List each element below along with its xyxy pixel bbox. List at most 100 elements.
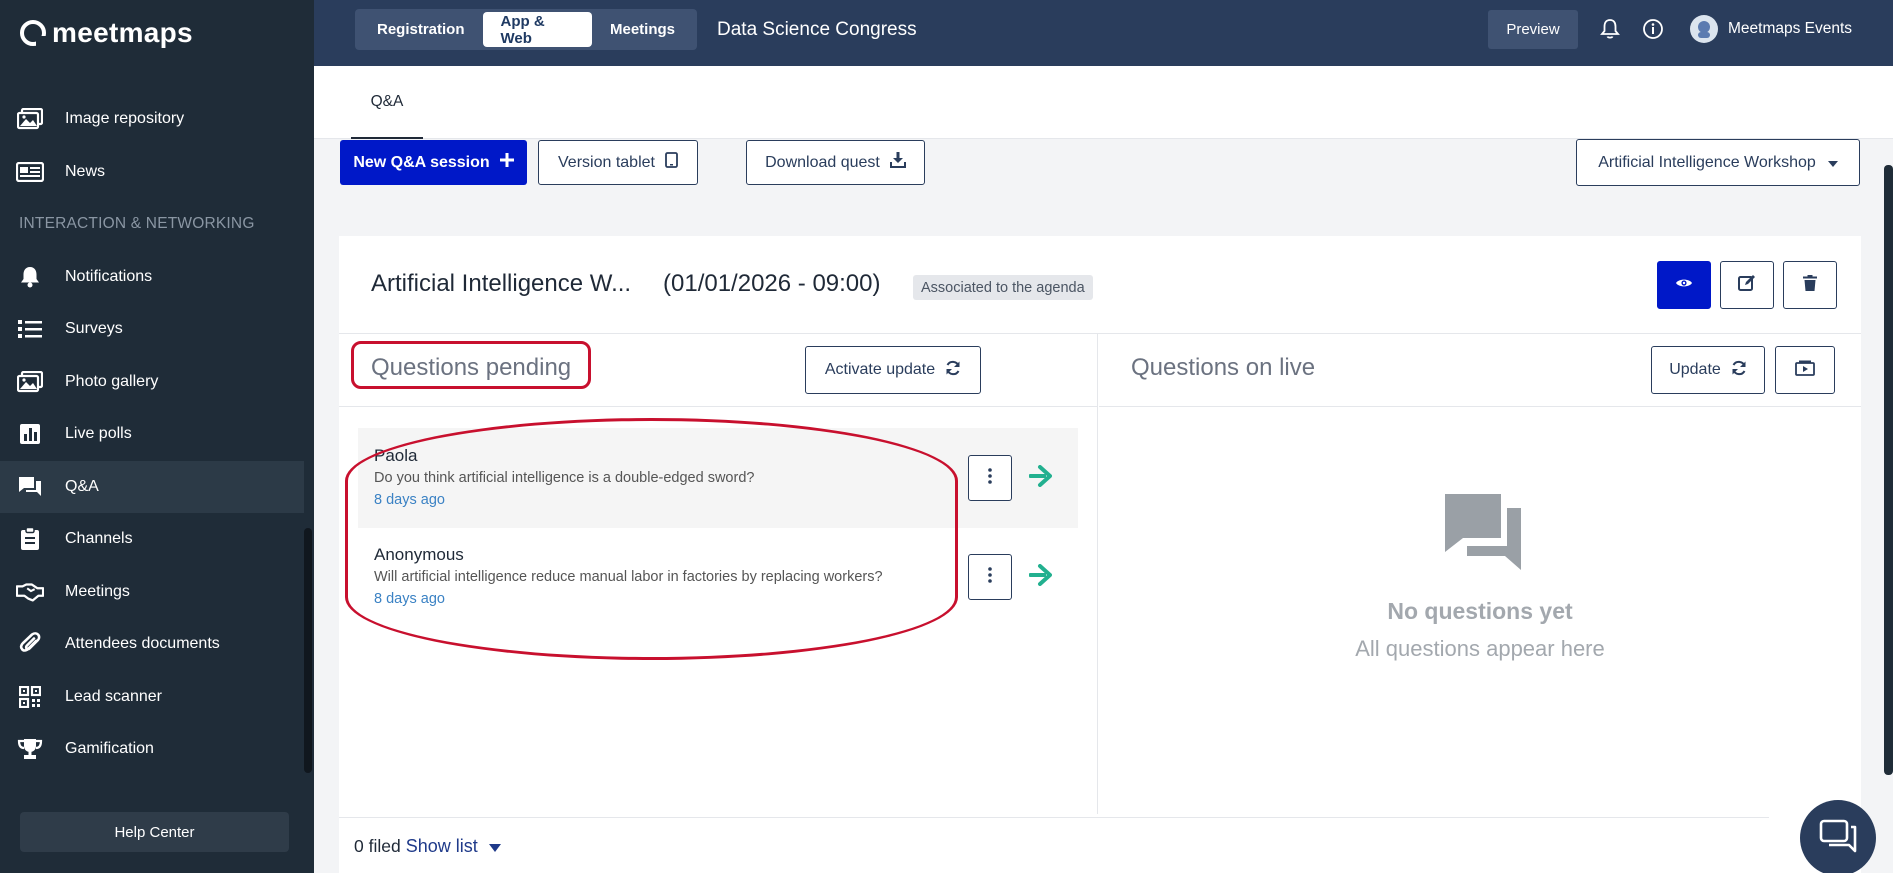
tab-registration[interactable]: Registration <box>359 12 483 47</box>
empty-state-subtitle: All questions appear here <box>1355 636 1605 661</box>
sidebar-item-notifications[interactable]: Notifications <box>0 251 304 304</box>
sidebar-item-label: Q&A <box>65 477 99 495</box>
view-session-button[interactable] <box>1657 261 1711 309</box>
tab-app-web[interactable]: App & Web <box>482 12 592 47</box>
button-label: Update <box>1669 361 1721 378</box>
sidebar: meetmaps Image repository News INTERACTI… <box>0 0 314 873</box>
session-select[interactable]: Artificial Intelligence Workshop <box>1576 139 1860 186</box>
sidebar-item-surveys[interactable]: Surveys <box>0 303 304 356</box>
sidebar-item-live-polls[interactable]: Live polls <box>0 408 304 461</box>
comments-icon <box>1443 492 1523 572</box>
chat-icon <box>1819 819 1857 858</box>
live-header: Questions on live Update <box>1099 334 1861 407</box>
session-header: Artificial Intelligence W... (01/01/2026… <box>339 236 1861 334</box>
refresh-icon <box>945 360 961 381</box>
sidebar-item-label: Attendees documents <box>65 635 220 653</box>
page-tab-bar: Q&A <box>314 66 1893 139</box>
empty-state-title: No questions yet <box>1387 598 1573 624</box>
sidebar-item-label: Meetings <box>65 582 130 600</box>
filed-summary: 0 filed Show list <box>354 836 501 857</box>
list-icon <box>16 318 44 340</box>
sidebar-item-label: Gamification <box>65 740 154 758</box>
session-select-value: Artificial Intelligence Workshop <box>1598 153 1816 171</box>
sidebar-item-qa[interactable]: Q&A <box>0 460 304 513</box>
sidebar-item-news[interactable]: News <box>0 146 304 199</box>
more-vertical-icon <box>988 566 992 588</box>
activate-update-button[interactable]: Activate update <box>805 346 981 394</box>
sidebar-item-label: Live polls <box>65 425 132 443</box>
edit-icon <box>1738 274 1756 297</box>
paperclip-icon <box>16 632 44 655</box>
download-questions-button[interactable]: Download quest <box>746 140 925 185</box>
sidebar-item-gamification[interactable]: Gamification <box>0 723 304 776</box>
caret-down-icon <box>1827 154 1838 172</box>
presentation-mode-button[interactable] <box>1775 346 1835 394</box>
sidebar-item-photo-gallery[interactable]: Photo gallery <box>0 356 304 409</box>
newspaper-icon <box>16 161 44 183</box>
status-badge: Associated to the agenda <box>913 275 1093 300</box>
sidebar-item-channels[interactable]: Channels <box>0 513 304 566</box>
preview-button[interactable]: Preview <box>1488 10 1578 49</box>
delete-session-button[interactable] <box>1783 261 1837 309</box>
user-name: Meetmaps Events <box>1728 20 1853 37</box>
version-tablet-button[interactable]: Version tablet <box>538 140 698 185</box>
button-label: Activate update <box>824 361 936 378</box>
bell-icon <box>16 266 44 288</box>
images-icon <box>16 370 44 393</box>
sidebar-item-label: Photo gallery <box>65 372 159 390</box>
sidebar-item-attendees-documents[interactable]: Attendees documents <box>0 618 304 671</box>
sidebar-scrollbar[interactable] <box>304 528 312 773</box>
arrow-right-icon <box>1028 563 1052 591</box>
handshake-icon <box>16 581 44 603</box>
event-title: Data Science Congress <box>717 19 917 40</box>
sidebar-item-meetings[interactable]: Meetings <box>0 566 304 619</box>
caret-down-icon[interactable] <box>488 836 501 857</box>
question-options-button[interactable] <box>968 455 1012 501</box>
sidebar-item-lead-scanner[interactable]: Lead scanner <box>0 671 304 724</box>
sidebar-item-label: Image repository <box>65 110 185 128</box>
tab-meetings[interactable]: Meetings <box>592 12 693 47</box>
new-qa-session-button[interactable]: New Q&A session <box>340 140 527 185</box>
trash-icon <box>1803 274 1817 296</box>
sidebar-item-image-repository[interactable]: Image repository <box>0 93 304 146</box>
update-button[interactable]: Update <box>1651 346 1765 394</box>
question-options-button[interactable] <box>968 554 1012 600</box>
user-menu[interactable]: Meetmaps Events <box>1690 15 1852 43</box>
help-center-button[interactable]: Help Center <box>20 812 289 852</box>
pending-header: Questions pending Activate update <box>339 334 1097 407</box>
sidebar-item-label: Surveys <box>65 320 123 338</box>
publish-question-button[interactable] <box>1025 463 1055 493</box>
bell-icon[interactable] <box>1598 17 1622 41</box>
tab-qa[interactable]: Q&A <box>351 66 423 139</box>
button-label: New Q&A session <box>353 153 490 171</box>
sidebar-nav: Image repository News INTERACTION & NETW… <box>0 93 304 776</box>
refresh-icon <box>1731 360 1747 381</box>
slideshow-icon <box>1795 360 1815 381</box>
comments-icon <box>16 476 44 498</box>
tablet-icon <box>665 152 678 173</box>
session-title: Artificial Intelligence W... <box>371 270 632 297</box>
sidebar-item-label: Lead scanner <box>65 687 162 705</box>
questions-live-panel: Questions on live Update No questions ye… <box>1099 334 1861 814</box>
highlight-annotation <box>345 418 958 660</box>
app-logo[interactable]: meetmaps <box>0 0 314 66</box>
download-icon <box>889 152 906 173</box>
sidebar-item-label: Notifications <box>65 267 153 285</box>
sidebar-item-label: Channels <box>65 530 133 548</box>
questions-pending-panel: Questions pending Activate update Paola … <box>339 334 1098 814</box>
eye-icon <box>1675 276 1693 294</box>
logo-icon <box>20 20 46 46</box>
filed-count: 0 filed <box>354 836 401 856</box>
avatar <box>1690 15 1718 43</box>
edit-session-button[interactable] <box>1720 261 1774 309</box>
sidebar-section-title: INTERACTION & NETWORKING <box>19 215 255 233</box>
chat-support-button[interactable] <box>1800 800 1876 873</box>
info-icon[interactable] <box>1641 17 1665 41</box>
qr-code-icon <box>16 685 44 708</box>
show-list-link[interactable]: Show list <box>406 836 478 857</box>
publish-question-button[interactable] <box>1025 562 1055 592</box>
page-scrollbar[interactable] <box>1884 165 1893 775</box>
button-label: Version tablet <box>558 153 655 171</box>
divider <box>339 817 1769 818</box>
highlight-annotation <box>351 341 591 389</box>
